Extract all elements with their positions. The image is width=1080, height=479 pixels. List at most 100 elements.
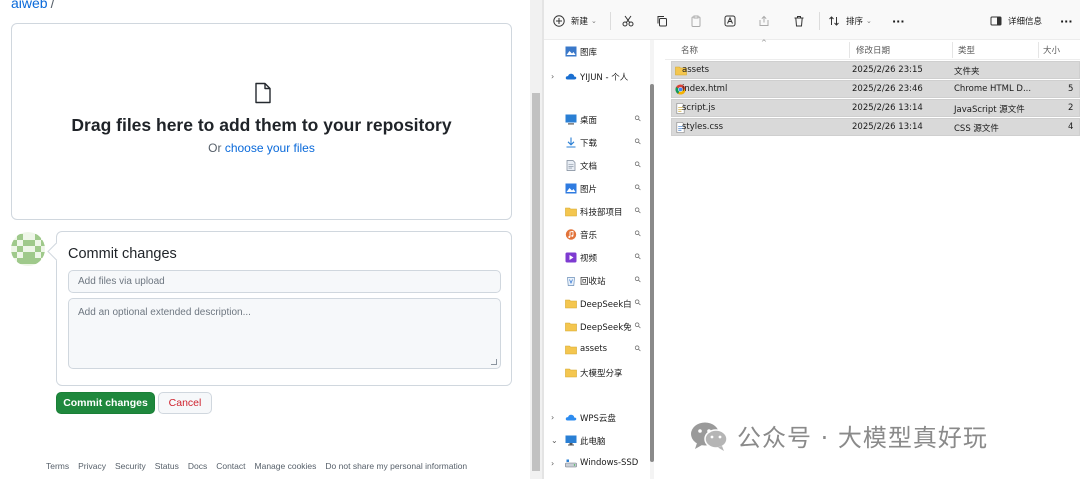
overflow-menu-button[interactable]: ··· bbox=[1060, 12, 1073, 30]
footer-link-manage-cookies[interactable]: Manage cookies bbox=[255, 461, 317, 471]
sort-button[interactable]: 排序 ⌄ bbox=[828, 12, 872, 30]
nav-item[interactable]: 桌面 ⚲ bbox=[544, 110, 652, 130]
file-size: 5 bbox=[1068, 84, 1074, 94]
footer-link-security[interactable]: Security bbox=[115, 461, 146, 471]
avatar-pixel bbox=[41, 240, 45, 246]
nav-item[interactable]: DeepSeek免 ⚲ bbox=[544, 317, 652, 337]
nav-item[interactable]: › Windows-SSD bbox=[544, 454, 652, 474]
expand-chevron-icon[interactable]: › bbox=[551, 459, 554, 468]
nav-item[interactable]: › YIJUN - 个人 bbox=[544, 67, 652, 87]
gallery-icon bbox=[565, 46, 577, 57]
column-divider[interactable] bbox=[952, 42, 953, 58]
share-icon bbox=[759, 15, 769, 26]
rename-button[interactable] bbox=[724, 12, 736, 30]
nav-item[interactable]: 科技部项目 ⚲ bbox=[544, 202, 652, 222]
nav-item[interactable]: 文档 ⚲ bbox=[544, 156, 652, 176]
pin-icon: ⚲ bbox=[632, 136, 644, 147]
pin-icon: ⚲ bbox=[632, 182, 644, 193]
nav-item[interactable]: 下载 ⚲ bbox=[544, 133, 652, 153]
expand-chevron-icon[interactable]: › bbox=[551, 72, 554, 81]
footer-link-docs[interactable]: Docs bbox=[188, 461, 207, 471]
nav-item-label: 图库 bbox=[580, 48, 598, 58]
nav-item[interactable]: 音乐 ⚲ bbox=[544, 225, 652, 245]
details-pane-button[interactable]: 详细信息 bbox=[990, 12, 1042, 30]
explorer-toolbar: 新建 ⌄ 排序 ⌄ ··· 详细信息 ··· bbox=[544, 0, 1080, 40]
wps-cloud-icon bbox=[565, 412, 577, 423]
nav-item-label: 音乐 bbox=[580, 231, 598, 241]
footer-link-status[interactable]: Status bbox=[155, 461, 179, 471]
footer-link-terms[interactable]: Terms bbox=[46, 461, 69, 471]
commit-summary-input[interactable] bbox=[68, 270, 501, 293]
navigation-pane: 图库 › YIJUN - 个人 桌面 ⚲ 下载 ⚲ 文档 ⚲ 图片 ⚲ 科技部项目 ⚲ 音乐 ⚲ 视频 ⚲ 回收站… bbox=[544, 40, 652, 479]
file-explorer-window: 新建 ⌄ 排序 ⌄ ··· 详细信息 ··· 图库 › YIJUN - 个人 桌… bbox=[544, 0, 1080, 479]
file-type: 文件夹 bbox=[954, 67, 980, 77]
nav-item-label: 文档 bbox=[580, 162, 598, 172]
file-row[interactable]: styles.css 2025/2/26 13:14 CSS 源文件 4 bbox=[671, 118, 1080, 136]
copy-button[interactable] bbox=[656, 12, 668, 30]
new-button[interactable]: 新建 ⌄ bbox=[553, 12, 597, 30]
page-scrollbar-thumb[interactable] bbox=[532, 93, 540, 471]
this-pc-icon bbox=[565, 435, 577, 446]
file-name: styles.css bbox=[682, 122, 724, 132]
navigation-scrollbar[interactable] bbox=[650, 40, 654, 479]
column-header-size[interactable]: 大小 bbox=[1043, 44, 1060, 56]
dropzone-subtitle: Or choose your files bbox=[12, 141, 511, 155]
column-divider[interactable] bbox=[849, 42, 850, 58]
page-scrollbar[interactable] bbox=[530, 0, 542, 479]
footer-link-privacy[interactable]: Privacy bbox=[78, 461, 106, 471]
avatar-pixel bbox=[35, 258, 41, 264]
nav-item-label: 下载 bbox=[580, 139, 598, 149]
nav-item[interactable]: 图片 ⚲ bbox=[544, 179, 652, 199]
column-header-modified[interactable]: 修改日期 bbox=[856, 44, 890, 56]
pin-icon: ⚲ bbox=[632, 228, 644, 239]
column-header-type[interactable]: 类型 bbox=[958, 44, 975, 56]
file-row[interactable]: script.js 2025/2/26 13:14 JavaScript 源文件 2 bbox=[671, 99, 1080, 117]
paste-button[interactable] bbox=[690, 12, 702, 30]
watermark: 公众号 · 大模型真好玩 bbox=[689, 418, 988, 453]
commit-description-textarea[interactable] bbox=[68, 298, 501, 369]
nav-item[interactable]: ⌄ 此电脑 bbox=[544, 431, 652, 451]
expand-chevron-icon[interactable]: › bbox=[551, 413, 554, 422]
file-name: assets bbox=[682, 65, 710, 75]
footer-link-do-not-share[interactable]: Do not share my personal information bbox=[325, 461, 467, 471]
music-icon bbox=[565, 229, 577, 240]
delete-button[interactable] bbox=[793, 12, 805, 30]
breadcrumb-repo-link[interactable]: aiweb bbox=[11, 0, 48, 11]
cancel-button[interactable]: Cancel bbox=[158, 392, 212, 414]
nav-item[interactable]: › WPS云盘 bbox=[544, 408, 652, 428]
toolbar-divider bbox=[610, 12, 611, 30]
nav-item[interactable]: DeepSeek白 ⚲ bbox=[544, 294, 652, 314]
file-dropzone[interactable]: Drag files here to add them to your repo… bbox=[11, 23, 512, 220]
choose-files-link[interactable]: choose your files bbox=[225, 141, 315, 155]
nav-item[interactable]: 图库 bbox=[544, 42, 652, 62]
file-row[interactable]: index.html 2025/2/26 23:46 Chrome HTML D..… bbox=[671, 80, 1080, 98]
navigation-scrollbar-thumb[interactable] bbox=[650, 84, 654, 462]
file-modified: 2025/2/26 13:14 bbox=[852, 103, 923, 113]
video-icon bbox=[565, 252, 577, 263]
avatar[interactable] bbox=[11, 232, 45, 266]
expand-chevron-icon[interactable]: ⌄ bbox=[551, 436, 558, 445]
footer-link-contact[interactable]: Contact bbox=[216, 461, 245, 471]
column-divider[interactable] bbox=[1038, 42, 1039, 58]
nav-item-label: 回收站 bbox=[580, 277, 606, 287]
share-button[interactable] bbox=[758, 12, 770, 30]
scissors-icon bbox=[622, 15, 634, 27]
file-row[interactable]: assets 2025/2/26 23:15 文件夹 bbox=[671, 61, 1080, 79]
pin-icon: ⚲ bbox=[632, 205, 644, 216]
textarea-resize-handle[interactable] bbox=[491, 359, 497, 365]
column-header-name[interactable]: 名称 bbox=[681, 44, 698, 56]
nav-item[interactable]: 回收站 ⚲ bbox=[544, 271, 652, 291]
file-type: Chrome HTML D... bbox=[954, 84, 1032, 94]
nav-item[interactable]: 视频 ⚲ bbox=[544, 248, 652, 268]
nav-item[interactable]: 大模型分享 bbox=[544, 363, 652, 383]
file-modified: 2025/2/26 23:15 bbox=[852, 65, 923, 75]
file-modified: 2025/2/26 13:14 bbox=[852, 122, 923, 132]
cut-button[interactable] bbox=[622, 12, 634, 30]
file-size: 2 bbox=[1068, 103, 1074, 113]
commit-changes-button[interactable]: Commit changes bbox=[56, 392, 155, 414]
more-options-button[interactable]: ··· bbox=[892, 12, 905, 30]
nav-item[interactable]: assets ⚲ bbox=[544, 340, 652, 360]
trash-icon bbox=[794, 16, 804, 27]
commit-title: Commit changes bbox=[68, 246, 177, 262]
file-type: JavaScript 源文件 bbox=[954, 105, 1025, 115]
